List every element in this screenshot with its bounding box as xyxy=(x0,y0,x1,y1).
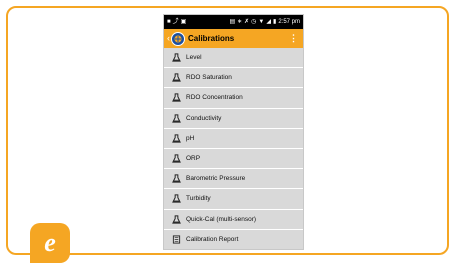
list-item-label: ORP xyxy=(186,155,201,163)
phone-screen: ■ ⤴ ▣ ▤ ∗ ✗ ◷ ▼ ◢ ▮ 2:57 pm ‹ Calibratio… xyxy=(163,14,304,250)
list-item-label: Level xyxy=(186,54,202,62)
list-item-turbidity[interactable]: Turbidity xyxy=(164,189,303,210)
e-badge-logo: e xyxy=(30,223,70,263)
list-item-label: Quick-Cal (multi-sensor) xyxy=(186,215,257,223)
list-item-barometric-pressure[interactable]: Barometric Pressure xyxy=(164,169,303,190)
alarm-icon: ◷ xyxy=(251,19,257,25)
list-item-label: RDO Concentration xyxy=(186,94,243,102)
status-right: ▤ ∗ ✗ ◷ ▼ ◢ ▮ 2:57 pm xyxy=(229,19,300,25)
flask-icon xyxy=(171,154,181,164)
flask-icon xyxy=(171,194,181,204)
flask-icon xyxy=(171,73,181,83)
list-item-conductivity[interactable]: Conductivity xyxy=(164,108,303,129)
report-icon xyxy=(171,234,181,244)
usb-icon: ⤴ xyxy=(172,19,179,25)
e-badge-letter: e xyxy=(44,228,56,257)
flask-icon xyxy=(171,53,181,63)
list-item-quick-cal[interactable]: Quick-Cal (multi-sensor) xyxy=(164,209,303,230)
flask-icon xyxy=(171,174,181,184)
list-item-rdo-saturation[interactable]: RDO Saturation xyxy=(164,68,303,89)
calibration-list: Level RDO Saturation RDO Concentration C… xyxy=(164,48,303,249)
list-item-label: Barometric Pressure xyxy=(186,175,246,183)
mute-icon: ✗ xyxy=(244,19,250,25)
list-item-ph[interactable]: pH xyxy=(164,128,303,149)
list-item-rdo-concentration[interactable]: RDO Concentration xyxy=(164,88,303,109)
list-item-label: Calibration Report xyxy=(186,235,239,243)
status-left: ■ ⤴ ▣ xyxy=(167,19,186,25)
list-item-level[interactable]: Level xyxy=(164,48,303,69)
battery-icon: ▮ xyxy=(273,19,277,25)
notification-icon: ■ xyxy=(167,19,171,25)
list-item-label: pH xyxy=(186,134,195,142)
list-item-orp[interactable]: ORP xyxy=(164,148,303,170)
image-icon: ▣ xyxy=(180,19,187,25)
signal-icon: ◢ xyxy=(266,19,271,25)
flask-icon xyxy=(171,113,181,123)
page-title: Calibrations xyxy=(188,34,235,43)
app-logo-icon[interactable] xyxy=(171,31,185,46)
list-item-label: Turbidity xyxy=(186,195,211,203)
nfc-icon: ▤ xyxy=(229,19,236,25)
status-time: 2:57 pm xyxy=(278,19,300,25)
bluetooth-icon: ∗ xyxy=(237,19,243,25)
status-bar: ■ ⤴ ▣ ▤ ∗ ✗ ◷ ▼ ◢ ▮ 2:57 pm xyxy=(164,15,303,29)
flask-icon xyxy=(171,214,181,224)
list-item-label: RDO Saturation xyxy=(186,74,232,82)
back-chevron-icon[interactable]: ‹ xyxy=(167,34,170,43)
list-item-calibration-report[interactable]: Calibration Report xyxy=(164,229,303,249)
wifi-icon: ▼ xyxy=(258,19,265,25)
flask-icon xyxy=(171,93,181,103)
list-item-label: Conductivity xyxy=(186,114,222,122)
flask-icon xyxy=(171,133,181,143)
overflow-menu-icon[interactable]: ⋮ xyxy=(287,34,300,43)
app-bar: ‹ Calibrations ⋮ xyxy=(164,29,303,48)
